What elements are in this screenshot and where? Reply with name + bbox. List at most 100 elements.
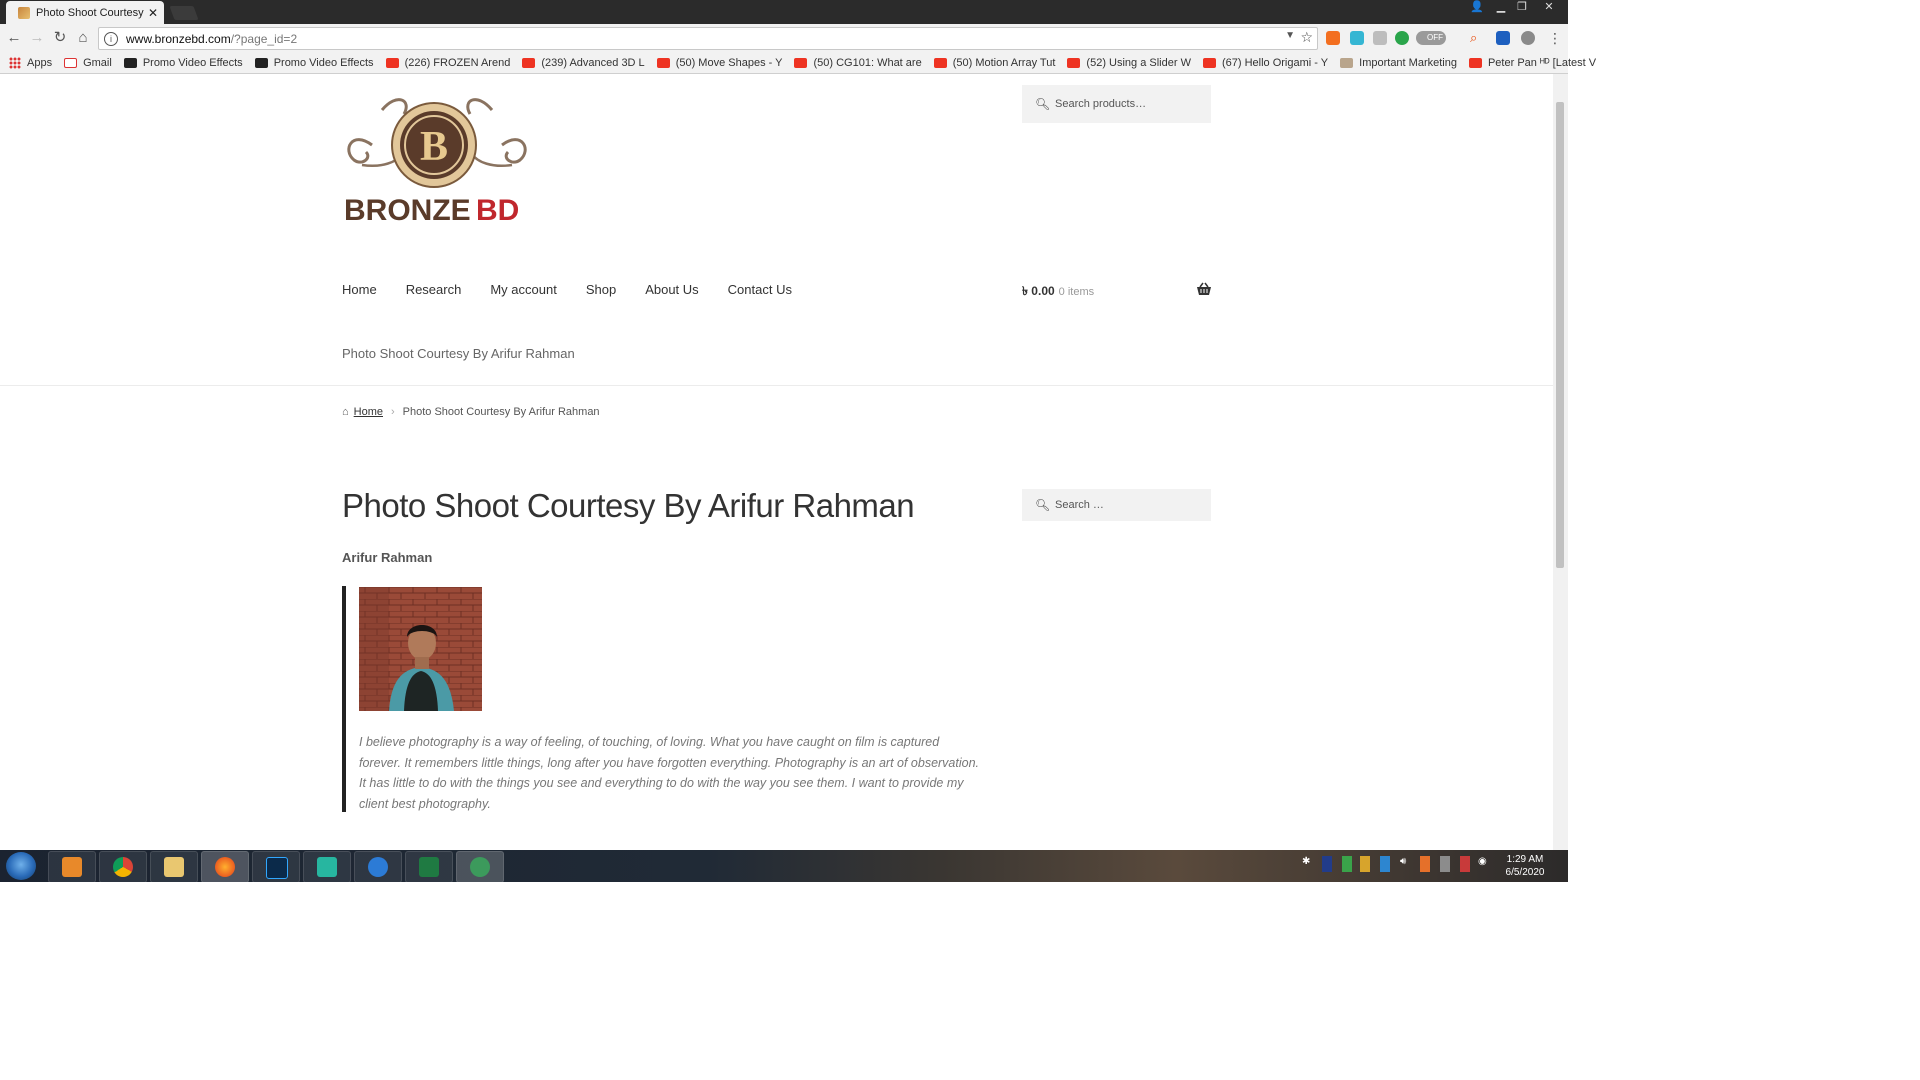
dropbox-icon[interactable]	[1380, 856, 1390, 872]
extension-download-icon[interactable]	[1373, 31, 1387, 45]
promo-icon	[123, 57, 137, 68]
tray-app-icon[interactable]	[1420, 856, 1430, 872]
youtube-icon	[385, 57, 399, 68]
atom-icon	[470, 857, 490, 877]
nav-shop[interactable]: Shop	[586, 282, 616, 297]
nav-home[interactable]: Home	[342, 282, 377, 297]
firefox-taskbar-button[interactable]	[201, 851, 249, 883]
action-center-flag-icon[interactable]	[1460, 856, 1470, 872]
bookmark-label: (50) CG101: What are	[813, 56, 922, 69]
start-button[interactable]	[6, 852, 36, 880]
home-icon[interactable]: ⌂	[73, 28, 93, 48]
extension-blue-icon[interactable]	[1496, 31, 1510, 45]
youtube-icon	[522, 57, 536, 68]
bookmark-gmail[interactable]: Gmail	[64, 57, 112, 69]
bookmark-label: Promo Video Effects	[273, 56, 374, 69]
extension-help-icon[interactable]	[1521, 31, 1535, 45]
tray-network-share-icon[interactable]: ✱	[1302, 856, 1310, 872]
bookmark-item[interactable]: (226) FROZEN Arend	[385, 57, 510, 69]
tray-app-icon[interactable]	[1342, 856, 1352, 872]
breadcrumb-home-link[interactable]: Home	[354, 406, 383, 418]
cart-summary[interactable]: ৳ 0.00 0 items	[1022, 283, 1094, 303]
network-icon[interactable]	[1440, 856, 1450, 872]
firefox-icon	[215, 857, 235, 877]
secondary-nav-page-link[interactable]: Photo Shoot Courtesy By Arifur Rahman	[342, 346, 575, 361]
extension-headphones-icon[interactable]	[1350, 31, 1364, 45]
profile-icon[interactable]: 👤	[1466, 0, 1488, 18]
extension-orange-icon[interactable]	[1326, 31, 1340, 45]
atom-taskbar-button[interactable]	[456, 851, 504, 883]
product-search-input[interactable]: 🔍︎ Search products…	[1022, 85, 1211, 123]
address-bar[interactable]: i www.bronzebd.com/?page_id=2 ▼ ☆	[98, 27, 1318, 50]
bookmark-apps[interactable]: Apps	[0, 56, 52, 69]
tab-title: Photo Shoot Courtesy By	[36, 6, 146, 19]
scrollbar-thumb[interactable]	[1556, 102, 1564, 568]
extension-search-icon[interactable]: ⌕	[1470, 31, 1484, 45]
media-player-taskbar-button[interactable]	[48, 851, 96, 883]
internet-explorer-icon	[368, 857, 388, 877]
search-icon: 🔍︎	[1035, 97, 1051, 111]
ie-taskbar-button[interactable]	[354, 851, 402, 883]
page-viewport: B BRONZE BD 🔍︎ Search products… Home Res…	[0, 74, 1553, 850]
bookmark-item[interactable]: Peter Pan ᴴᴰ [Latest V	[1468, 57, 1596, 69]
breadcrumb-current: Photo Shoot Courtesy By Arifur Rahman	[402, 406, 600, 418]
tray-eye-icon[interactable]: ◉	[1478, 856, 1487, 872]
browser-tab-active[interactable]: Photo Shoot Courtesy By ✕	[6, 1, 164, 24]
basket-icon[interactable]	[1196, 282, 1212, 299]
bookmark-item[interactable]: Promo Video Effects	[254, 56, 374, 69]
sidebar-search-input[interactable]: 🔍︎ Search …	[1022, 489, 1211, 521]
chrome-menu-icon[interactable]: ⋮	[1545, 28, 1565, 48]
bookmark-item[interactable]: (50) Motion Array Tut	[933, 57, 1055, 69]
nav-contact-us[interactable]: Contact Us	[728, 282, 792, 297]
excel-taskbar-button[interactable]	[405, 851, 453, 883]
nav-research[interactable]: Research	[406, 282, 462, 297]
bookmark-star-icon[interactable]: ☆	[1300, 29, 1313, 46]
site-info-icon[interactable]: i	[104, 31, 118, 46]
nav-my-account[interactable]: My account	[490, 282, 556, 297]
tray-app-icon[interactable]	[1322, 856, 1332, 872]
nav-about-us[interactable]: About Us	[645, 282, 698, 297]
breadcrumb: ⌂ Home › Photo Shoot Courtesy By Arifur …	[342, 406, 600, 418]
tray-app-icon[interactable]	[1360, 856, 1370, 872]
back-arrow-icon[interactable]: ←	[4, 28, 24, 48]
page-title: Photo Shoot Courtesy By Arifur Rahman	[342, 487, 915, 524]
forward-arrow-icon[interactable]: →	[27, 28, 47, 48]
bookmark-item[interactable]: Important Marketing	[1340, 57, 1457, 69]
minimize-window-button[interactable]: ▁	[1490, 0, 1512, 18]
photoshop-icon	[266, 857, 288, 879]
bookmark-item[interactable]: (50) Move Shapes - Y	[656, 57, 782, 69]
blockquote-bar	[342, 586, 346, 812]
product-search-placeholder: Search products…	[1055, 98, 1147, 110]
bookmark-item[interactable]: (50) CG101: What are	[794, 56, 922, 69]
photoshop-taskbar-button[interactable]	[252, 851, 300, 883]
extension-green-download-icon[interactable]	[1395, 31, 1409, 45]
primary-navigation: Home Research My account Shop About Us C…	[342, 282, 821, 297]
close-window-button[interactable]: ✕	[1538, 0, 1560, 18]
dropdown-arrow-icon[interactable]: ▼	[1285, 30, 1295, 41]
logo-text-accent: BD	[476, 194, 519, 225]
home-icon: ⌂	[342, 406, 349, 418]
chrome-taskbar-button[interactable]	[99, 851, 147, 883]
explorer-taskbar-button[interactable]	[150, 851, 198, 883]
page-scrollbar[interactable]	[1553, 74, 1568, 850]
bookmark-item[interactable]: (67) Hello Origami - Y	[1202, 57, 1328, 69]
extension-toggle[interactable]: OFF	[1416, 31, 1446, 45]
restore-window-button[interactable]: ❐	[1511, 0, 1533, 18]
close-tab-icon[interactable]: ✕	[146, 6, 160, 20]
author-name: Arifur Rahman	[342, 550, 433, 565]
bronzebd-logo[interactable]: B BRONZE BD	[342, 90, 532, 227]
bookmark-label: Important Marketing	[1359, 56, 1457, 69]
bookmark-item[interactable]: (52) Using a Slider W	[1067, 57, 1191, 69]
bookmark-item[interactable]: (239) Advanced 3D L	[522, 57, 645, 69]
media-player-icon	[62, 857, 82, 877]
bookmark-item[interactable]: Promo Video Effects	[123, 56, 243, 69]
author-photo[interactable]	[359, 587, 482, 711]
volume-icon[interactable]: 🔊︎	[1400, 856, 1406, 872]
browser-toolbar: ← → ↻ ⌂ i www.bronzebd.com/?page_id=2 ▼ …	[0, 24, 1568, 52]
new-tab-button[interactable]	[169, 6, 199, 20]
reload-icon[interactable]: ↻	[50, 28, 70, 48]
bookmark-label: Promo Video Effects	[142, 56, 243, 69]
cart-amount: ৳ 0.00	[1022, 284, 1055, 298]
app-taskbar-button[interactable]	[303, 851, 351, 883]
taskbar-clock[interactable]: 1:29 AM 6/5/2020	[1496, 853, 1554, 879]
